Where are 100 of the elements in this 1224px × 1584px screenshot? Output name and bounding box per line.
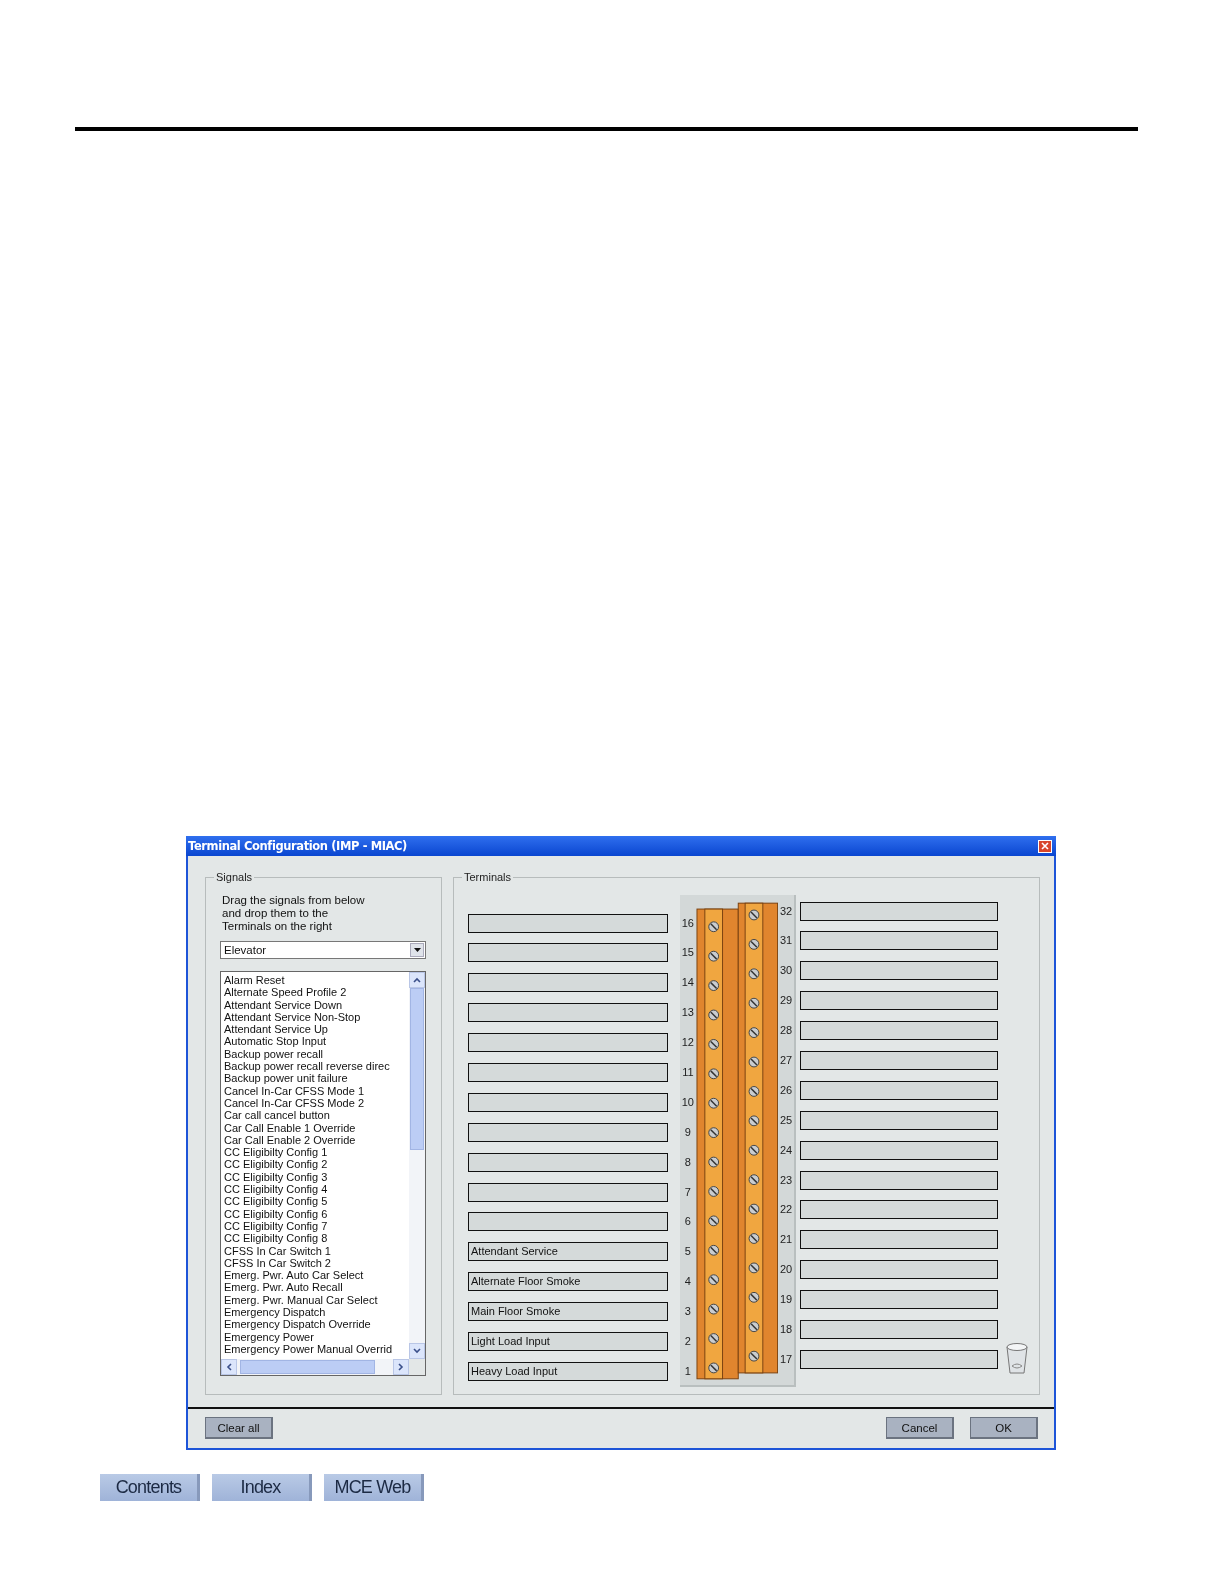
signal-item[interactable]: CFSS In Car Switch 1 xyxy=(224,1244,409,1257)
terminal-field[interactable] xyxy=(800,1021,998,1041)
terminal-field[interactable] xyxy=(468,973,668,993)
signal-item[interactable]: Emerg. Pwr. Auto Car Select xyxy=(224,1269,409,1282)
terminal-field[interactable] xyxy=(800,1050,998,1070)
signal-item[interactable]: CC Eligibilty Config 5 xyxy=(224,1195,409,1208)
scroll-up-button[interactable] xyxy=(409,972,425,988)
signal-item[interactable]: Emergency Power xyxy=(224,1330,409,1343)
terminal-number: 17 xyxy=(779,1351,794,1367)
scroll-down-button[interactable] xyxy=(409,1343,425,1359)
terminal-field[interactable] xyxy=(800,1080,998,1100)
signal-item[interactable]: Emerg. Pwr. Auto Recall xyxy=(224,1281,409,1294)
window-title: Terminal Configuration (IMP - MIAC) xyxy=(188,839,407,853)
signal-item[interactable]: Alternate Speed Profile 2 xyxy=(224,986,409,999)
terminal-field[interactable]: Heavy Load Input xyxy=(468,1361,668,1381)
scrollbar-corner xyxy=(409,1359,425,1375)
signal-item[interactable]: Backup power unit failure xyxy=(224,1072,409,1085)
signal-item[interactable]: Emergency Power Manual Overrid xyxy=(224,1342,409,1356)
terminal-field[interactable] xyxy=(800,961,998,981)
signal-item[interactable]: Emerg. Pwr. Manual Car Select xyxy=(224,1293,409,1306)
terminal-number: 7 xyxy=(683,1184,692,1200)
chevron-up-icon xyxy=(413,977,421,983)
terminal-number: 10 xyxy=(680,1094,695,1110)
nav-button[interactable]: Contents xyxy=(100,1474,200,1501)
close-button[interactable] xyxy=(1038,839,1052,853)
scroll-left-button[interactable] xyxy=(221,1359,237,1375)
terminal-number: 8 xyxy=(683,1154,692,1170)
terminal-number: 6 xyxy=(683,1214,692,1230)
terminal-field[interactable]: Light Load Input xyxy=(468,1331,668,1351)
signal-item[interactable]: Backup power recall reverse direc xyxy=(224,1060,409,1073)
terminal-number: 25 xyxy=(779,1112,794,1128)
terminal-field[interactable] xyxy=(800,1319,998,1339)
signal-item[interactable]: CC Eligibilty Config 8 xyxy=(224,1232,409,1245)
terminal-number: 24 xyxy=(779,1142,794,1158)
terminal-field[interactable] xyxy=(468,1152,668,1172)
terminal-number: 1 xyxy=(683,1363,692,1379)
signal-item[interactable]: Emergency Dispatch Override xyxy=(224,1318,409,1331)
terminal-number: 31 xyxy=(779,933,794,949)
signal-item[interactable]: Car call cancel button xyxy=(224,1109,409,1122)
terminal-field[interactable] xyxy=(800,1349,998,1369)
terminal-number: 21 xyxy=(779,1232,794,1248)
terminal-field[interactable] xyxy=(468,1092,668,1112)
signal-item[interactable]: Car Call Enable 2 Override xyxy=(224,1133,409,1147)
signal-item[interactable]: CC Eligibilty Config 3 xyxy=(224,1170,409,1184)
signal-item[interactable]: Attendant Service Up xyxy=(224,1023,409,1036)
terminal-number: 16 xyxy=(680,915,695,931)
group-label: Signals xyxy=(215,871,254,884)
chevron-left-icon xyxy=(226,1363,232,1371)
nav-button[interactable]: Index xyxy=(212,1474,312,1501)
terminal-field[interactable] xyxy=(800,1200,998,1220)
nav-button[interactable]: MCE Web xyxy=(324,1474,424,1501)
signal-item[interactable]: CC Eligibilty Config 1 xyxy=(224,1146,409,1159)
signal-item[interactable]: CC Eligibilty Config 2 xyxy=(224,1158,409,1171)
terminal-field[interactable] xyxy=(800,991,998,1011)
signal-item[interactable]: CC Eligibilty Config 7 xyxy=(224,1219,409,1233)
terminal-field[interactable]: Attendant Service xyxy=(468,1242,668,1262)
terminal-field[interactable] xyxy=(800,1170,998,1190)
terminal-field[interactable] xyxy=(800,901,998,921)
terminal-field[interactable] xyxy=(468,1003,668,1023)
terminal-field[interactable] xyxy=(468,913,668,933)
group-label: Terminals xyxy=(463,871,513,884)
terminal-field[interactable] xyxy=(468,1122,668,1142)
signal-item[interactable]: Backup power recall xyxy=(224,1047,409,1061)
dialog-button[interactable]: Cancel xyxy=(886,1417,954,1439)
terminal-field[interactable] xyxy=(468,943,668,963)
terminal-number: 11 xyxy=(681,1064,695,1080)
signal-item[interactable]: Automatic Stop Input xyxy=(224,1035,409,1048)
trash-bin-icon[interactable] xyxy=(1005,1342,1029,1375)
terminal-number: 14 xyxy=(680,975,695,991)
scroll-right-button[interactable] xyxy=(393,1359,409,1375)
terminal-field[interactable] xyxy=(468,1212,668,1232)
terminal-field[interactable] xyxy=(468,1182,668,1202)
signal-item[interactable]: Cancel In-Car CFSS Mode 2 xyxy=(224,1096,409,1110)
signal-item[interactable]: Alarm Reset xyxy=(224,974,409,987)
signal-item[interactable]: Attendant Service Non-Stop xyxy=(224,1010,409,1024)
signal-item[interactable]: Car Call Enable 1 Override xyxy=(224,1121,409,1134)
terminal-number: 13 xyxy=(680,1005,695,1021)
terminal-field[interactable] xyxy=(800,1110,998,1130)
signal-item[interactable]: Emergency Dispatch xyxy=(224,1306,409,1319)
terminal-field[interactable]: Alternate Floor Smoke xyxy=(468,1272,668,1292)
terminal-field[interactable]: Main Floor Smoke xyxy=(468,1302,668,1322)
terminal-number: 12 xyxy=(680,1035,695,1051)
terminal-field[interactable] xyxy=(800,1260,998,1280)
signal-item[interactable]: Attendant Service Down xyxy=(224,998,409,1011)
terminal-field[interactable] xyxy=(800,931,998,951)
horizontal-scrollbar-thumb[interactable] xyxy=(240,1360,375,1374)
vertical-scrollbar-thumb[interactable] xyxy=(410,988,424,1150)
signal-item[interactable]: CC Eligibilty Config 4 xyxy=(224,1183,409,1196)
terminal-field[interactable] xyxy=(468,1033,668,1053)
close-icon xyxy=(1041,842,1049,850)
terminal-field[interactable] xyxy=(800,1140,998,1160)
terminal-field[interactable] xyxy=(468,1062,668,1082)
clear-all-button[interactable]: Clear all xyxy=(205,1417,273,1439)
signal-item[interactable]: CFSS In Car Switch 2 xyxy=(224,1256,409,1270)
terminal-field[interactable] xyxy=(800,1230,998,1250)
terminal-field[interactable] xyxy=(800,1290,998,1310)
signal-item[interactable]: CC Eligibilty Config 6 xyxy=(224,1207,409,1220)
dialog-button[interactable]: OK xyxy=(970,1417,1038,1439)
signal-item[interactable]: Cancel In-Car CFSS Mode 1 xyxy=(224,1084,409,1097)
category-dropdown[interactable]: Elevator xyxy=(220,941,426,959)
